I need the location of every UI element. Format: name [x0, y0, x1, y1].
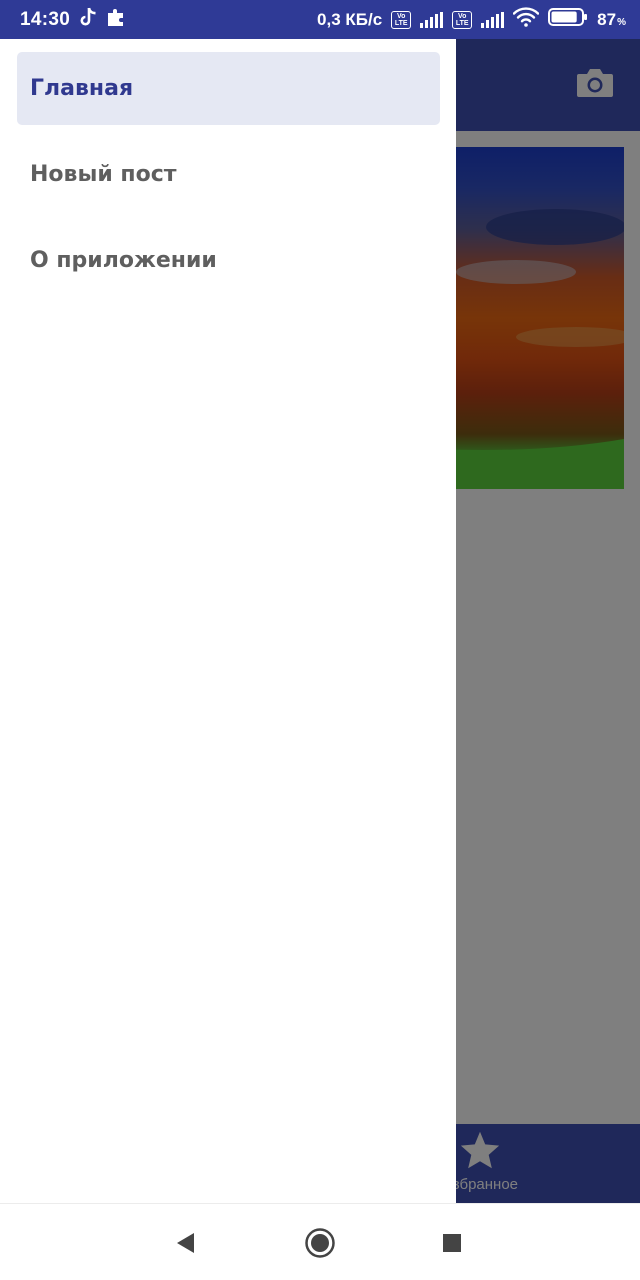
drawer-item-label: Новый пост	[30, 162, 177, 187]
volte-label-bottom: LTE	[394, 19, 408, 27]
drawer-item-about[interactable]: О приложении	[17, 224, 440, 297]
battery-percent-value: 87	[597, 9, 617, 29]
drawer-item-label: О приложении	[30, 248, 217, 273]
drawer-item-home[interactable]: Главная	[17, 52, 440, 125]
signal-icon	[481, 11, 505, 28]
volte-label-top: Vo	[457, 12, 467, 20]
recents-icon[interactable]	[435, 1226, 469, 1260]
back-icon[interactable]	[168, 1226, 202, 1260]
battery-percent: 87%	[597, 10, 626, 30]
volte-label-top: Vo	[396, 12, 406, 20]
volte-icon: Vo LTE	[391, 10, 412, 29]
puzzle-icon	[106, 7, 126, 32]
status-left: 14:30	[20, 7, 126, 32]
status-bar: 14:30 0,3 КБ/с Vo LTE Vo LTE 87%	[0, 0, 640, 39]
status-time: 14:30	[20, 8, 71, 30]
battery-percent-sign: %	[617, 16, 626, 28]
signal-icon	[420, 11, 444, 28]
drawer-item-label: Главная	[30, 76, 134, 101]
battery-icon	[548, 7, 588, 32]
system-navigation-bar	[0, 1203, 640, 1280]
status-right: 0,3 КБ/с Vo LTE Vo LTE 87%	[317, 7, 626, 32]
wifi-icon	[512, 7, 540, 32]
volte-icon: Vo LTE	[452, 10, 473, 29]
navigation-drawer: Главная Новый пост О приложении	[0, 39, 456, 1203]
volte-label-bottom: LTE	[455, 19, 469, 27]
battery-fill	[551, 11, 577, 23]
tiktok-icon	[79, 7, 97, 32]
drawer-item-new-post[interactable]: Новый пост	[17, 138, 440, 211]
net-speed: 0,3 КБ/с	[317, 9, 383, 29]
home-icon[interactable]	[303, 1226, 337, 1260]
